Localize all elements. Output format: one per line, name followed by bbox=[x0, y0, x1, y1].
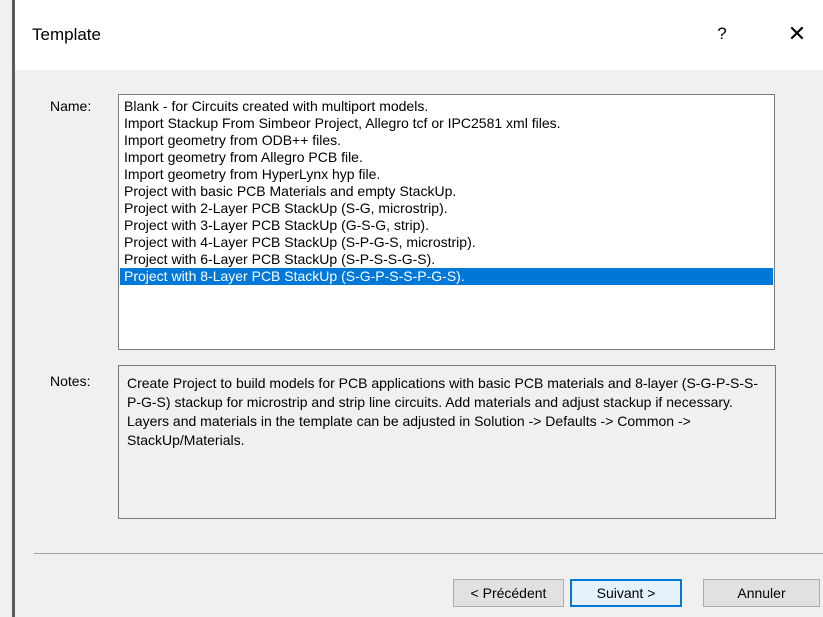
template-list-item[interactable]: Project with 3-Layer PCB StackUp (G-S-G,… bbox=[120, 217, 773, 234]
notes-label: Notes: bbox=[50, 373, 91, 389]
close-button[interactable]: ✕ bbox=[777, 18, 817, 50]
template-list-item[interactable]: Import Stackup From Simbeor Project, All… bbox=[120, 115, 773, 132]
template-list-item[interactable]: Project with 2-Layer PCB StackUp (S-G, m… bbox=[120, 200, 773, 217]
window-border bbox=[12, 0, 15, 617]
separator bbox=[34, 553, 823, 554]
cancel-button[interactable]: Annuler bbox=[703, 579, 820, 607]
template-listbox[interactable]: Blank - for Circuits created with multip… bbox=[118, 94, 775, 350]
title-bar: Template ? ✕ bbox=[15, 0, 823, 70]
template-dialog: Template ? ✕ Name: Blank - for Circuits … bbox=[0, 0, 823, 617]
template-list-item[interactable]: Project with 4-Layer PCB StackUp (S-P-G-… bbox=[120, 234, 773, 251]
template-list-item[interactable]: Project with basic PCB Materials and emp… bbox=[120, 183, 773, 200]
help-button[interactable]: ? bbox=[707, 18, 737, 50]
template-list-item[interactable]: Import geometry from ODB++ files. bbox=[120, 132, 773, 149]
template-list-item[interactable]: Blank - for Circuits created with multip… bbox=[120, 98, 773, 115]
notes-text: Create Project to build models for PCB a… bbox=[118, 365, 776, 519]
next-button[interactable]: Suivant > bbox=[570, 579, 682, 607]
dialog-title: Template bbox=[32, 25, 101, 44]
template-list-item[interactable]: Import geometry from HyperLynx hyp file. bbox=[120, 166, 773, 183]
name-label: Name: bbox=[50, 98, 92, 114]
template-list-item[interactable]: Project with 8-Layer PCB StackUp (S-G-P-… bbox=[120, 268, 773, 285]
previous-button[interactable]: < Précédent bbox=[453, 579, 564, 607]
template-list-item[interactable]: Import geometry from Allegro PCB file. bbox=[120, 149, 773, 166]
template-list-item[interactable]: Project with 6-Layer PCB StackUp (S-P-S-… bbox=[120, 251, 773, 268]
